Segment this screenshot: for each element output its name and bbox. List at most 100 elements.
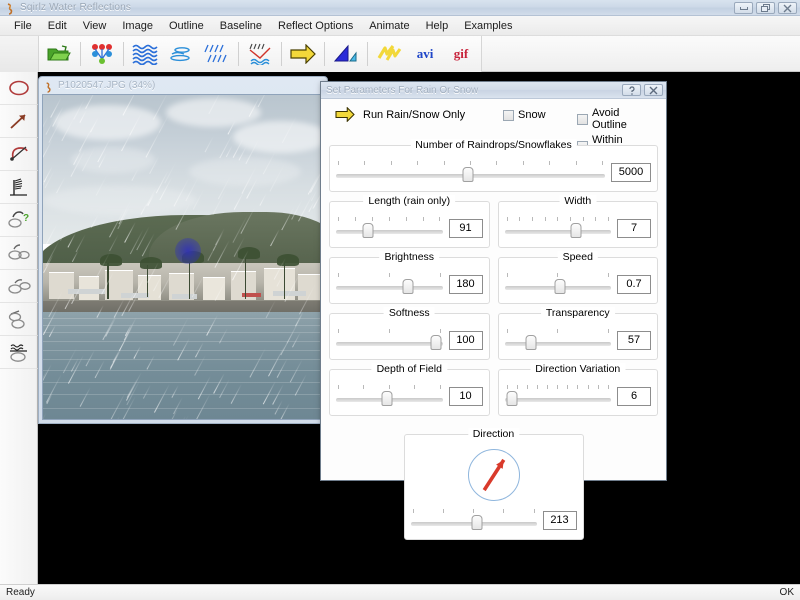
menu-item-baseline[interactable]: Baseline [212, 18, 270, 34]
slider-thumb[interactable] [472, 515, 483, 530]
rain-streak [154, 384, 170, 413]
slider-thumb[interactable] [403, 279, 414, 294]
rain-icon[interactable] [199, 39, 235, 69]
rain-streak [204, 136, 213, 152]
region-tool-3[interactable] [0, 270, 38, 303]
play-animation-icon[interactable] [285, 39, 321, 69]
rain-streak [277, 358, 288, 378]
slider-tick [537, 385, 538, 389]
menu-item-reflect-options[interactable]: Reflect Options [270, 18, 361, 34]
menu-item-image[interactable]: Image [114, 18, 161, 34]
value-speed[interactable]: 0.7 [617, 275, 651, 294]
slider-thumb[interactable] [431, 335, 442, 350]
slider-group-depth-of-field: Depth of Field 10 [329, 369, 490, 416]
arrow-tool[interactable] [0, 105, 38, 138]
slider-depth-of-field[interactable] [336, 383, 443, 409]
slider-ticks [338, 273, 441, 280]
menu-item-help[interactable]: Help [418, 18, 457, 34]
slider-thumb[interactable] [382, 391, 393, 406]
slider-ticks [338, 217, 441, 224]
slider-thumb[interactable] [362, 223, 373, 238]
ripples-icon[interactable] [163, 39, 199, 69]
toolbar-left-pad [0, 36, 38, 72]
status-text-right[interactable]: OK [780, 587, 794, 598]
snow-checkbox[interactable]: Snow [503, 109, 577, 121]
slider-track[interactable] [505, 342, 612, 346]
ripple-region-tool[interactable] [0, 336, 38, 369]
slider-track[interactable] [336, 286, 443, 290]
close-button[interactable] [778, 2, 797, 14]
slider-track[interactable] [505, 230, 612, 234]
slider-number-of-raindrops[interactable] [336, 159, 605, 185]
slider-tick [389, 329, 390, 333]
slider-transparency[interactable] [505, 327, 612, 353]
run-rain-snow-only-button[interactable]: Run Rain/Snow Only [333, 107, 503, 122]
direction-compass[interactable] [468, 449, 520, 501]
value-depth-of-field[interactable]: 10 [449, 387, 483, 406]
image-canvas[interactable] [42, 94, 324, 420]
slider-track[interactable] [505, 398, 612, 402]
slider-thumb[interactable] [462, 167, 473, 182]
flash-icon[interactable] [371, 39, 407, 69]
minimize-button[interactable] [734, 2, 753, 14]
baseline-tool[interactable] [0, 171, 38, 204]
rain-streak [90, 117, 99, 132]
outline-points-icon[interactable] [84, 39, 120, 69]
value-direction-variation[interactable]: 6 [617, 387, 651, 406]
region-tool-2[interactable] [0, 237, 38, 270]
menu-item-edit[interactable]: Edit [40, 18, 75, 34]
rain-streak [175, 415, 189, 419]
value-width[interactable]: 7 [617, 219, 651, 238]
value-length[interactable]: 91 [449, 219, 483, 238]
menu-item-examples[interactable]: Examples [456, 18, 520, 34]
app-icon [4, 2, 16, 14]
dialog-help-button[interactable] [622, 84, 641, 96]
rain-streak [299, 284, 316, 314]
slider-thumb[interactable] [554, 279, 565, 294]
open-file-icon[interactable] [41, 39, 77, 69]
slider-direction-variation[interactable] [505, 383, 612, 409]
slider-thumb[interactable] [526, 335, 537, 350]
rain-streak [215, 281, 226, 301]
slider-thumb[interactable] [570, 223, 581, 238]
gradient-icon[interactable] [328, 39, 364, 69]
menu-item-outline[interactable]: Outline [161, 18, 212, 34]
export-gif-icon[interactable]: gif [443, 39, 479, 69]
slider-length[interactable] [336, 215, 443, 241]
title-bar: Sqirlz Water Reflections [0, 0, 800, 16]
menu-item-animate[interactable]: Animate [361, 18, 417, 34]
value-softness[interactable]: 100 [449, 331, 483, 350]
ellipse-outline-tool[interactable] [0, 72, 38, 105]
slider-width[interactable] [505, 215, 612, 241]
rain-on-water-icon[interactable] [242, 39, 278, 69]
help-region-tool[interactable]: ? [0, 204, 38, 237]
rain-streak [43, 254, 53, 273]
curve-tool[interactable] [0, 138, 38, 171]
restore-button[interactable] [756, 2, 775, 14]
value-brightness[interactable]: 180 [449, 275, 483, 294]
slider-direction[interactable] [411, 507, 537, 533]
slider-track[interactable] [336, 342, 443, 346]
slider-brightness[interactable] [336, 271, 443, 297]
dialog-close-button[interactable] [644, 84, 663, 96]
water-waves-icon[interactable] [127, 39, 163, 69]
rain-overlay [43, 95, 323, 419]
slider-tick [534, 509, 535, 513]
avoid-outline-checkbox[interactable]: Avoid Outline [577, 107, 656, 131]
slider-tick [576, 161, 577, 165]
region-tool-4[interactable] [0, 303, 38, 336]
rain-streak [268, 346, 285, 376]
export-avi-icon[interactable]: avi [407, 39, 443, 69]
slider-tick [372, 217, 373, 221]
slider-speed[interactable] [505, 271, 612, 297]
slider-thumb[interactable] [506, 391, 517, 406]
rain-streak [110, 348, 122, 370]
slider-softness[interactable] [336, 327, 443, 353]
slider-tick [413, 509, 414, 513]
menu-item-view[interactable]: View [75, 18, 115, 34]
value-transparency[interactable]: 57 [617, 331, 651, 350]
slider-track[interactable] [336, 230, 443, 234]
value-number-of-raindrops[interactable]: 5000 [611, 163, 651, 182]
value-direction[interactable]: 213 [543, 511, 577, 530]
menu-item-file[interactable]: File [6, 18, 40, 34]
